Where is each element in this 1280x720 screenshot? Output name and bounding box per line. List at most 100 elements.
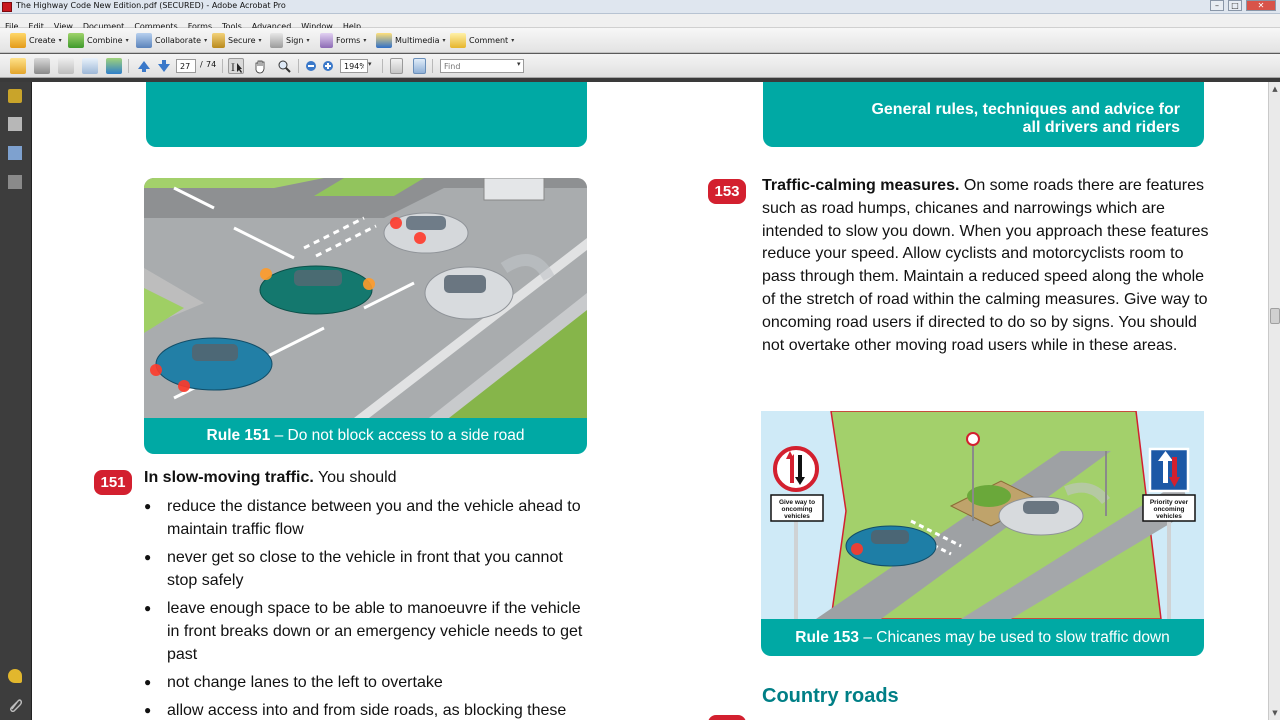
create-button[interactable]: Create ▾	[10, 32, 62, 49]
bookmarks-icon[interactable]	[8, 146, 22, 160]
toolbar-separator	[128, 59, 129, 73]
maximize-button[interactable]: □	[1228, 0, 1242, 11]
multimedia-button[interactable]: Multimedia ▾	[376, 32, 446, 49]
chevron-down-icon: ▾	[204, 37, 208, 44]
chevron-down-icon: ▾	[58, 37, 62, 44]
find-dropdown-icon[interactable]: ▾	[517, 60, 521, 68]
sign-right-line2: oncoming	[1153, 506, 1184, 513]
rule-151-bullet: never get so close to the vehicle in fro…	[144, 546, 592, 592]
hand-tool-icon[interactable]	[252, 58, 268, 74]
combine-button[interactable]: Combine ▾	[68, 32, 129, 49]
forms-icon	[320, 33, 333, 48]
section-banner-right: General rules, techniques and advice for…	[763, 82, 1204, 147]
chevron-down-icon: ▾	[306, 37, 310, 44]
chevron-down-icon: ▾	[125, 37, 129, 44]
secure-button[interactable]: Secure ▾	[212, 32, 262, 49]
comment-label: Comment	[469, 36, 509, 45]
multimedia-label: Multimedia	[395, 36, 440, 45]
collaborate-icon	[136, 33, 152, 48]
section-banner-left	[146, 82, 587, 147]
create-icon	[10, 33, 26, 48]
comments-icon[interactable]	[8, 669, 22, 683]
total-pages: 74	[206, 60, 217, 69]
page-separator: /	[200, 60, 203, 69]
save-icon[interactable]	[58, 58, 74, 74]
navigation-panel	[0, 82, 32, 720]
rule-151-bullet: not change lanes to the left to overtake	[144, 671, 592, 694]
zoom-level-input[interactable]	[340, 59, 368, 73]
scroll-up-icon[interactable]: ▲	[1270, 84, 1280, 94]
print-icon[interactable]	[34, 58, 50, 74]
next-rule-badge	[708, 715, 746, 720]
single-page-icon[interactable]	[390, 58, 403, 74]
close-button[interactable]: ✕	[1246, 0, 1276, 11]
caption-rule-151-label: Rule 151	[206, 427, 271, 444]
document-page: General rules, techniques and advice for…	[32, 82, 1268, 720]
caption-rule-151: Rule 151 – Do not block access to a side…	[144, 418, 587, 454]
pen-icon	[270, 33, 283, 48]
combine-icon	[68, 33, 84, 48]
find-input[interactable]	[440, 59, 524, 73]
forms-button[interactable]: Forms ▾	[320, 32, 366, 49]
scroll-down-icon[interactable]: ▼	[1270, 708, 1280, 718]
sign-right-line3: vehicles	[1156, 513, 1182, 520]
rule-151-lead-rest: You should	[313, 469, 397, 486]
caption-rule-153: Rule 153 – Chicanes may be used to slow …	[761, 619, 1204, 656]
rule-151-bullet: allow access into and from side roads, a…	[144, 699, 592, 720]
rule-153-badge: 153	[708, 179, 746, 204]
car-blue-fig153	[845, 525, 937, 567]
email-icon[interactable]	[82, 58, 98, 74]
toolbar-separator	[432, 59, 433, 73]
illustration-rule-151	[144, 178, 587, 418]
comment-button[interactable]: Comment ▾	[450, 32, 514, 49]
fit-page-icon[interactable]	[413, 58, 426, 74]
navigation-toolbar: / 74 I ▾ ▾	[0, 54, 1280, 78]
rule-151-bullet-list: reduce the distance between you and the …	[144, 495, 592, 720]
rule-153-paragraph: Traffic-calming measures. On some roads …	[762, 175, 1212, 357]
zoom-dropdown-icon[interactable]: ▾	[368, 60, 372, 68]
pages-icon[interactable]	[8, 117, 22, 131]
illustration-rule-153: Give way to oncoming vehicles Priority o…	[761, 411, 1204, 619]
rule-151-bullet: leave enough space to be able to manoeuv…	[144, 597, 592, 666]
rule-151-badge: 151	[94, 470, 132, 495]
forms-label: Forms	[336, 36, 361, 45]
rule-151-heading: In slow-moving traffic. You should	[144, 467, 594, 490]
combine-label: Combine	[87, 36, 123, 45]
rule-151-bullet: reduce the distance between you and the …	[144, 495, 592, 541]
rule-151-lead: In slow-moving traffic.	[144, 469, 314, 486]
signatures-icon[interactable]	[8, 175, 22, 189]
toolbar-separator	[222, 59, 223, 73]
rule-153-text: On some roads there are features such as…	[762, 177, 1209, 354]
chevron-down-icon: ▾	[442, 37, 446, 44]
zoom-out-icon[interactable]	[304, 58, 320, 74]
previous-page-icon[interactable]	[136, 58, 152, 74]
menu-bar: File Edit View Document Comments Forms Tools Ad…	[0, 14, 1280, 31]
marquee-zoom-icon[interactable]	[276, 58, 292, 74]
minimize-button[interactable]: –	[1210, 0, 1224, 11]
scroll-thumb[interactable]	[1270, 308, 1280, 324]
svg-text:I: I	[231, 63, 235, 74]
select-tool-icon[interactable]: I	[228, 58, 244, 74]
caption-rule-153-label: Rule 153	[795, 629, 860, 646]
attachments-icon[interactable]	[8, 697, 23, 713]
next-page-icon[interactable]	[156, 58, 172, 74]
country-roads-heading: Country roads	[762, 685, 899, 707]
vertical-scrollbar[interactable]: ▲ ▼	[1268, 82, 1280, 720]
chevron-down-icon: ▾	[258, 37, 262, 44]
sign-button[interactable]: Sign ▾	[270, 32, 309, 49]
open-folder-icon[interactable]	[10, 58, 26, 74]
collaborate-button[interactable]: Collaborate ▾	[136, 32, 207, 49]
chevron-down-icon: ▾	[363, 37, 367, 44]
caption-rule-151-text: – Do not block access to a side road	[270, 427, 525, 444]
page-number-input[interactable]	[176, 59, 196, 73]
chevron-down-icon: ▾	[511, 37, 515, 44]
multimedia-icon	[376, 33, 392, 48]
security-lock-icon[interactable]	[8, 89, 22, 103]
car-silver-top	[383, 212, 469, 254]
zoom-in-icon[interactable]	[321, 58, 337, 74]
title-bar: The Highway Code New Edition.pdf (SECURE…	[0, 0, 1280, 14]
create-label: Create	[29, 36, 56, 45]
sign-left-line3: vehicles	[784, 513, 810, 520]
internet-icon[interactable]	[106, 58, 122, 74]
section-header-line1: General rules, techniques and advice for	[871, 101, 1180, 118]
